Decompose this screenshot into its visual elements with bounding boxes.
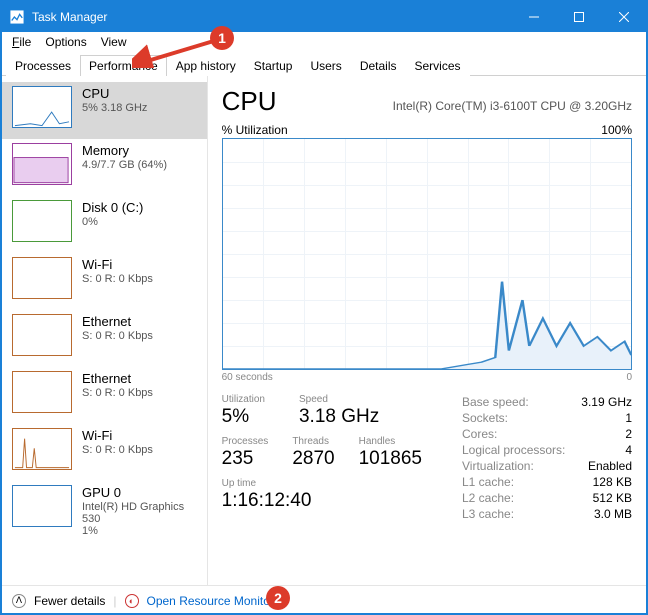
tabbar: Processes Performance App history Startu… [2, 54, 646, 76]
sidebar-item-ethernet[interactable]: EthernetS: 0 R: 0 Kbps [2, 310, 207, 367]
tab-details[interactable]: Details [351, 55, 406, 76]
sidebar-item-gpu-0[interactable]: GPU 0Intel(R) HD Graphics 5301% [2, 481, 207, 538]
cpu-model: Intel(R) Core(TM) i3-6100T CPU @ 3.20GHz [393, 99, 632, 113]
menu-options[interactable]: Options [39, 33, 92, 51]
chevron-up-icon[interactable]: ᐱ [12, 594, 26, 608]
sidebar-item-disk-0-c-[interactable]: Disk 0 (C:)0% [2, 196, 207, 253]
graph-ylabel: % Utilization [222, 123, 288, 137]
sidebar-item-memory[interactable]: Memory4.9/7.7 GB (64%) [2, 139, 207, 196]
footer: ᐱ Fewer details | ◐ Open Resource Monito… [2, 585, 646, 615]
main-title: CPU [222, 86, 277, 117]
sidebar-item-wi-fi[interactable]: Wi-FiS: 0 R: 0 Kbps [2, 253, 207, 310]
annotation-1: 1 [210, 26, 234, 50]
annotation-2: 2 [266, 586, 290, 610]
resource-monitor-icon: ◐ [125, 594, 139, 608]
sidebar-item-cpu[interactable]: CPU5% 3.18 GHz [2, 82, 207, 139]
main-panel: CPU Intel(R) Core(TM) i3-6100T CPU @ 3.2… [208, 76, 646, 585]
tab-services[interactable]: Services [406, 55, 470, 76]
window-title: Task Manager [32, 10, 511, 24]
open-resource-monitor-link[interactable]: Open Resource Monitor [147, 594, 274, 608]
graph-xlabel-left: 60 seconds [222, 372, 273, 383]
fewer-details-link[interactable]: Fewer details [34, 594, 105, 608]
tab-processes[interactable]: Processes [6, 55, 80, 76]
tab-startup[interactable]: Startup [245, 55, 302, 76]
stats-block: Utilization5% Speed3.18 GHz Processes235… [222, 394, 632, 522]
close-button[interactable] [601, 2, 646, 32]
graph-ymax: 100% [601, 123, 632, 137]
menu-view[interactable]: View [95, 33, 133, 51]
cpu-graph[interactable] [222, 138, 632, 370]
tab-users[interactable]: Users [301, 55, 350, 76]
maximize-button[interactable] [556, 2, 601, 32]
menu-file[interactable]: File [6, 33, 37, 51]
app-icon [10, 10, 24, 24]
sidebar-item-ethernet[interactable]: EthernetS: 0 R: 0 Kbps [2, 367, 207, 424]
sidebar-item-wi-fi[interactable]: Wi-FiS: 0 R: 0 Kbps [2, 424, 207, 481]
graph-xlabel-right: 0 [626, 372, 632, 383]
minimize-button[interactable] [511, 2, 556, 32]
titlebar: Task Manager [2, 2, 646, 32]
cpu-details: Base speed:3.19 GHzSockets:1Cores:2Logic… [462, 394, 632, 522]
menubar: File Options View [2, 32, 646, 52]
annotation-arrow [132, 38, 222, 68]
content: CPU5% 3.18 GHzMemory4.9/7.7 GB (64%)Disk… [2, 76, 646, 585]
sidebar: CPU5% 3.18 GHzMemory4.9/7.7 GB (64%)Disk… [2, 76, 208, 585]
